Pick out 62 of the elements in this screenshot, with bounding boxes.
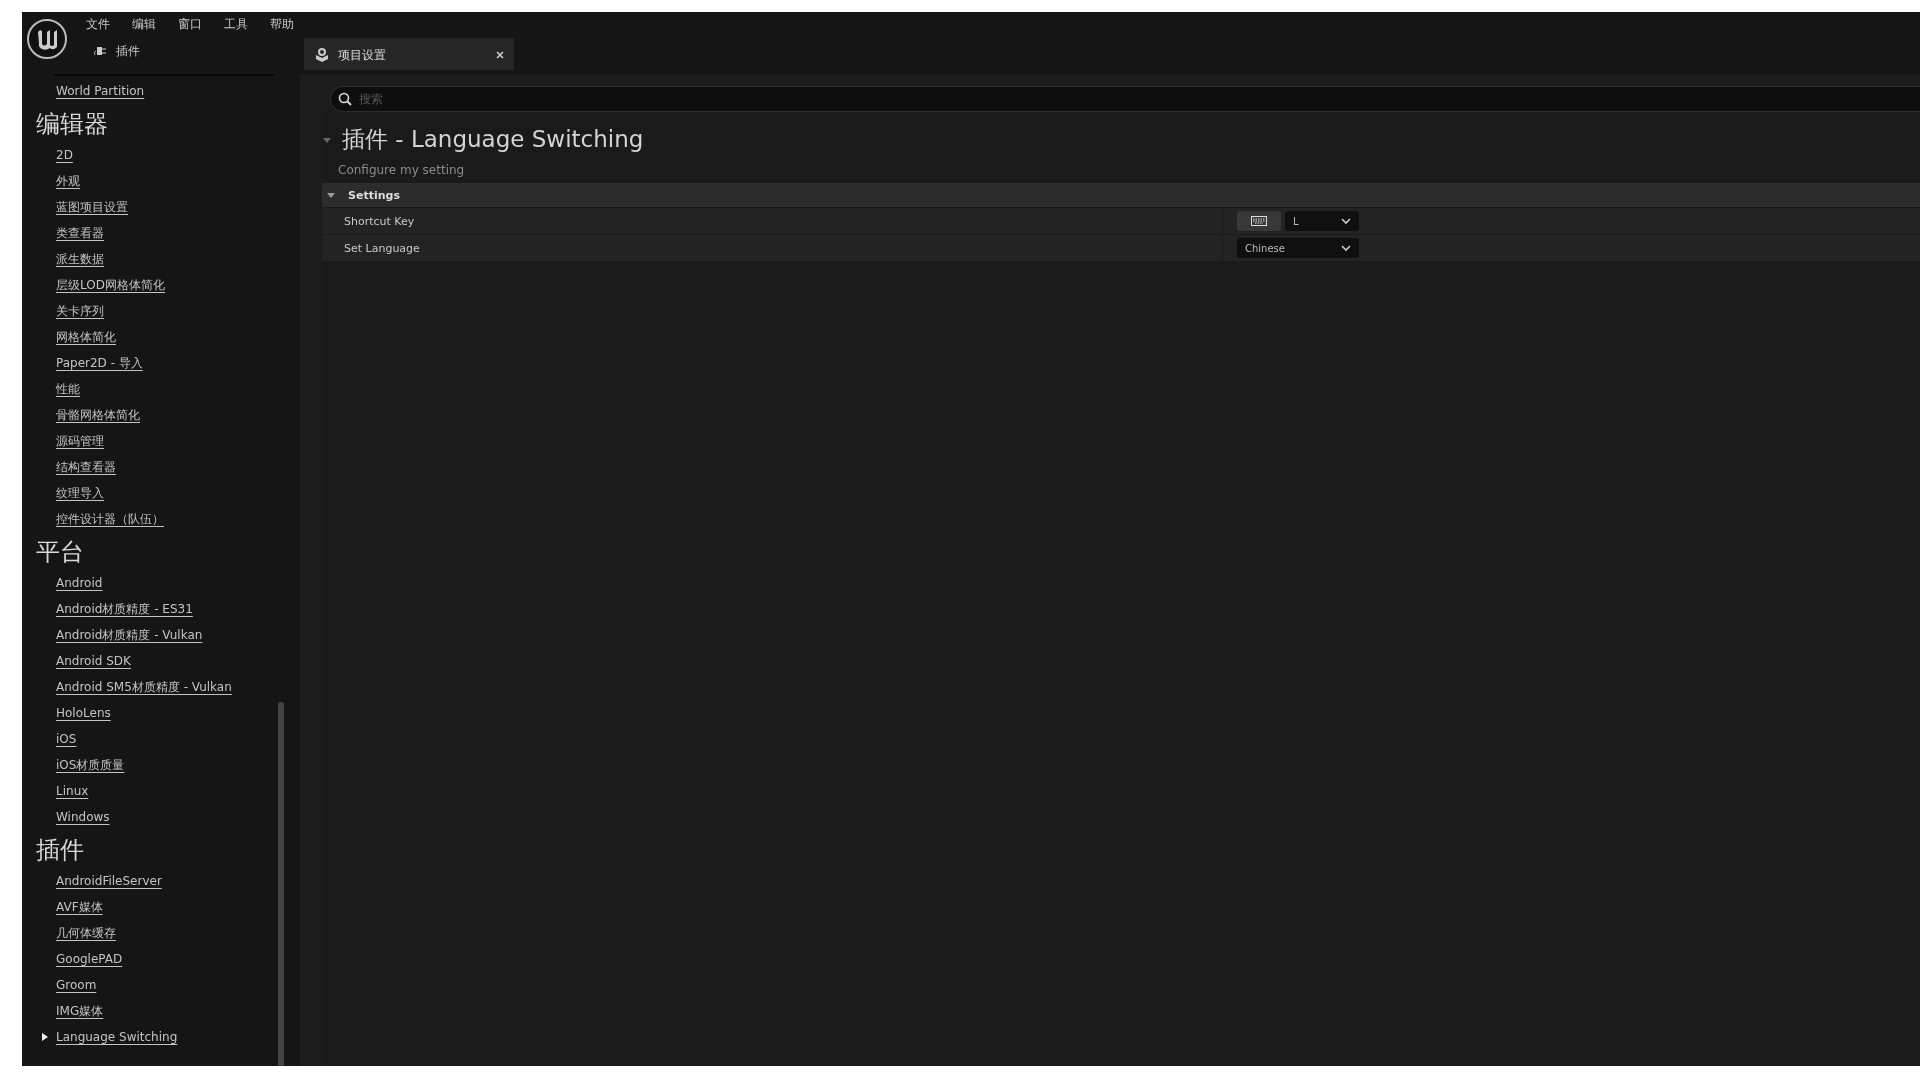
search-field[interactable]: 搜索 <box>330 86 1920 112</box>
sidebar-link[interactable]: 外观 <box>56 168 292 194</box>
key-dropdown[interactable]: L <box>1285 211 1359 231</box>
menu-item[interactable]: 工具 <box>224 16 248 33</box>
sidebar-link[interactable]: 性能 <box>56 376 292 402</box>
sidebar-link[interactable]: 源码管理 <box>56 428 292 454</box>
toolbar-label[interactable]: 插件 <box>116 43 140 60</box>
sidebar-link[interactable]: 几何体缓存 <box>56 920 292 946</box>
sidebar-link[interactable]: Paper2D - 导入 <box>56 350 292 376</box>
menu-item[interactable]: 编辑 <box>132 16 156 33</box>
sidebar-link[interactable]: World Partition <box>56 78 292 104</box>
settings-cube-icon <box>314 47 330 63</box>
scrollbar-thumb[interactable] <box>278 702 284 1066</box>
property-label: Shortcut Key <box>343 214 416 228</box>
page-description: Configure my setting <box>338 163 466 177</box>
sidebar-link[interactable]: 派生数据 <box>56 246 292 272</box>
chevron-down-icon <box>1341 217 1351 225</box>
sidebar-link[interactable]: HoloLens <box>56 700 292 726</box>
sidebar-link[interactable]: AVF媒体 <box>56 894 292 920</box>
sidebar-link[interactable]: 关卡序列 <box>56 298 292 324</box>
sidebar-link[interactable]: 结构查看器 <box>56 454 292 480</box>
chevron-down-icon <box>1341 244 1351 252</box>
property-label: Set Language <box>343 241 421 255</box>
sidebar-link[interactable]: Windows <box>56 804 292 830</box>
section-heading: 插件 <box>36 835 85 866</box>
expand-arrow-icon[interactable] <box>40 1032 50 1042</box>
page-title: 插件 - Language Switching <box>342 125 644 154</box>
sidebar-link[interactable]: Linux <box>56 778 292 804</box>
category-header[interactable]: Settings <box>322 183 1920 207</box>
sidebar-link[interactable]: Language Switching <box>40 1024 292 1050</box>
sidebar-link[interactable]: iOS <box>56 726 292 752</box>
sidebar-link[interactable]: Android SM5材质精度 - Vulkan <box>56 674 292 700</box>
search-icon <box>338 92 352 106</box>
sidebar-link[interactable]: 层级LOD网格体简化 <box>56 272 292 298</box>
sidebar-link[interactable]: Android材质精度 - ES31 <box>56 596 292 622</box>
collapse-arrow-icon[interactable] <box>326 190 336 200</box>
section-heading: 编辑器 <box>36 109 109 140</box>
document-tab[interactable]: 项目设置 <box>304 38 514 70</box>
sidebar-link[interactable]: IMG媒体 <box>56 998 292 1024</box>
menu-item[interactable]: 文件 <box>86 16 110 33</box>
keyboard-button[interactable] <box>1237 211 1281 231</box>
sidebar-link[interactable]: 纹理导入 <box>56 480 292 506</box>
sidebar-link[interactable]: Android SDK <box>56 648 292 674</box>
sidebar-link[interactable]: 控件设计器（队伍） <box>56 506 292 532</box>
keyboard-icon <box>1251 216 1267 226</box>
sidebar-link[interactable]: 骨骼网格体简化 <box>56 402 292 428</box>
sidebar-link[interactable]: Android <box>56 570 292 596</box>
menu-item[interactable]: 窗口 <box>178 16 202 33</box>
close-icon[interactable] <box>496 51 504 59</box>
sidebar-link[interactable]: 网格体简化 <box>56 324 292 350</box>
menu-item[interactable]: 帮助 <box>270 16 294 33</box>
sidebar-link[interactable]: 类查看器 <box>56 220 292 246</box>
sidebar-link[interactable]: 2D <box>56 142 292 168</box>
sidebar-link[interactable]: GooglePAD <box>56 946 292 972</box>
engine-logo[interactable] <box>26 18 68 60</box>
sidebar-link[interactable]: 蓝图项目设置 <box>56 194 292 220</box>
sidebar-link[interactable]: Groom <box>56 972 292 998</box>
section-heading: 平台 <box>36 537 85 568</box>
sidebar-link[interactable]: iOS材质质量 <box>56 752 292 778</box>
sidebar-link[interactable]: Android材质精度 - Vulkan <box>56 622 292 648</box>
sidebar-link[interactable]: AndroidFileServer <box>56 868 292 894</box>
language-dropdown[interactable]: Chinese <box>1237 238 1359 258</box>
